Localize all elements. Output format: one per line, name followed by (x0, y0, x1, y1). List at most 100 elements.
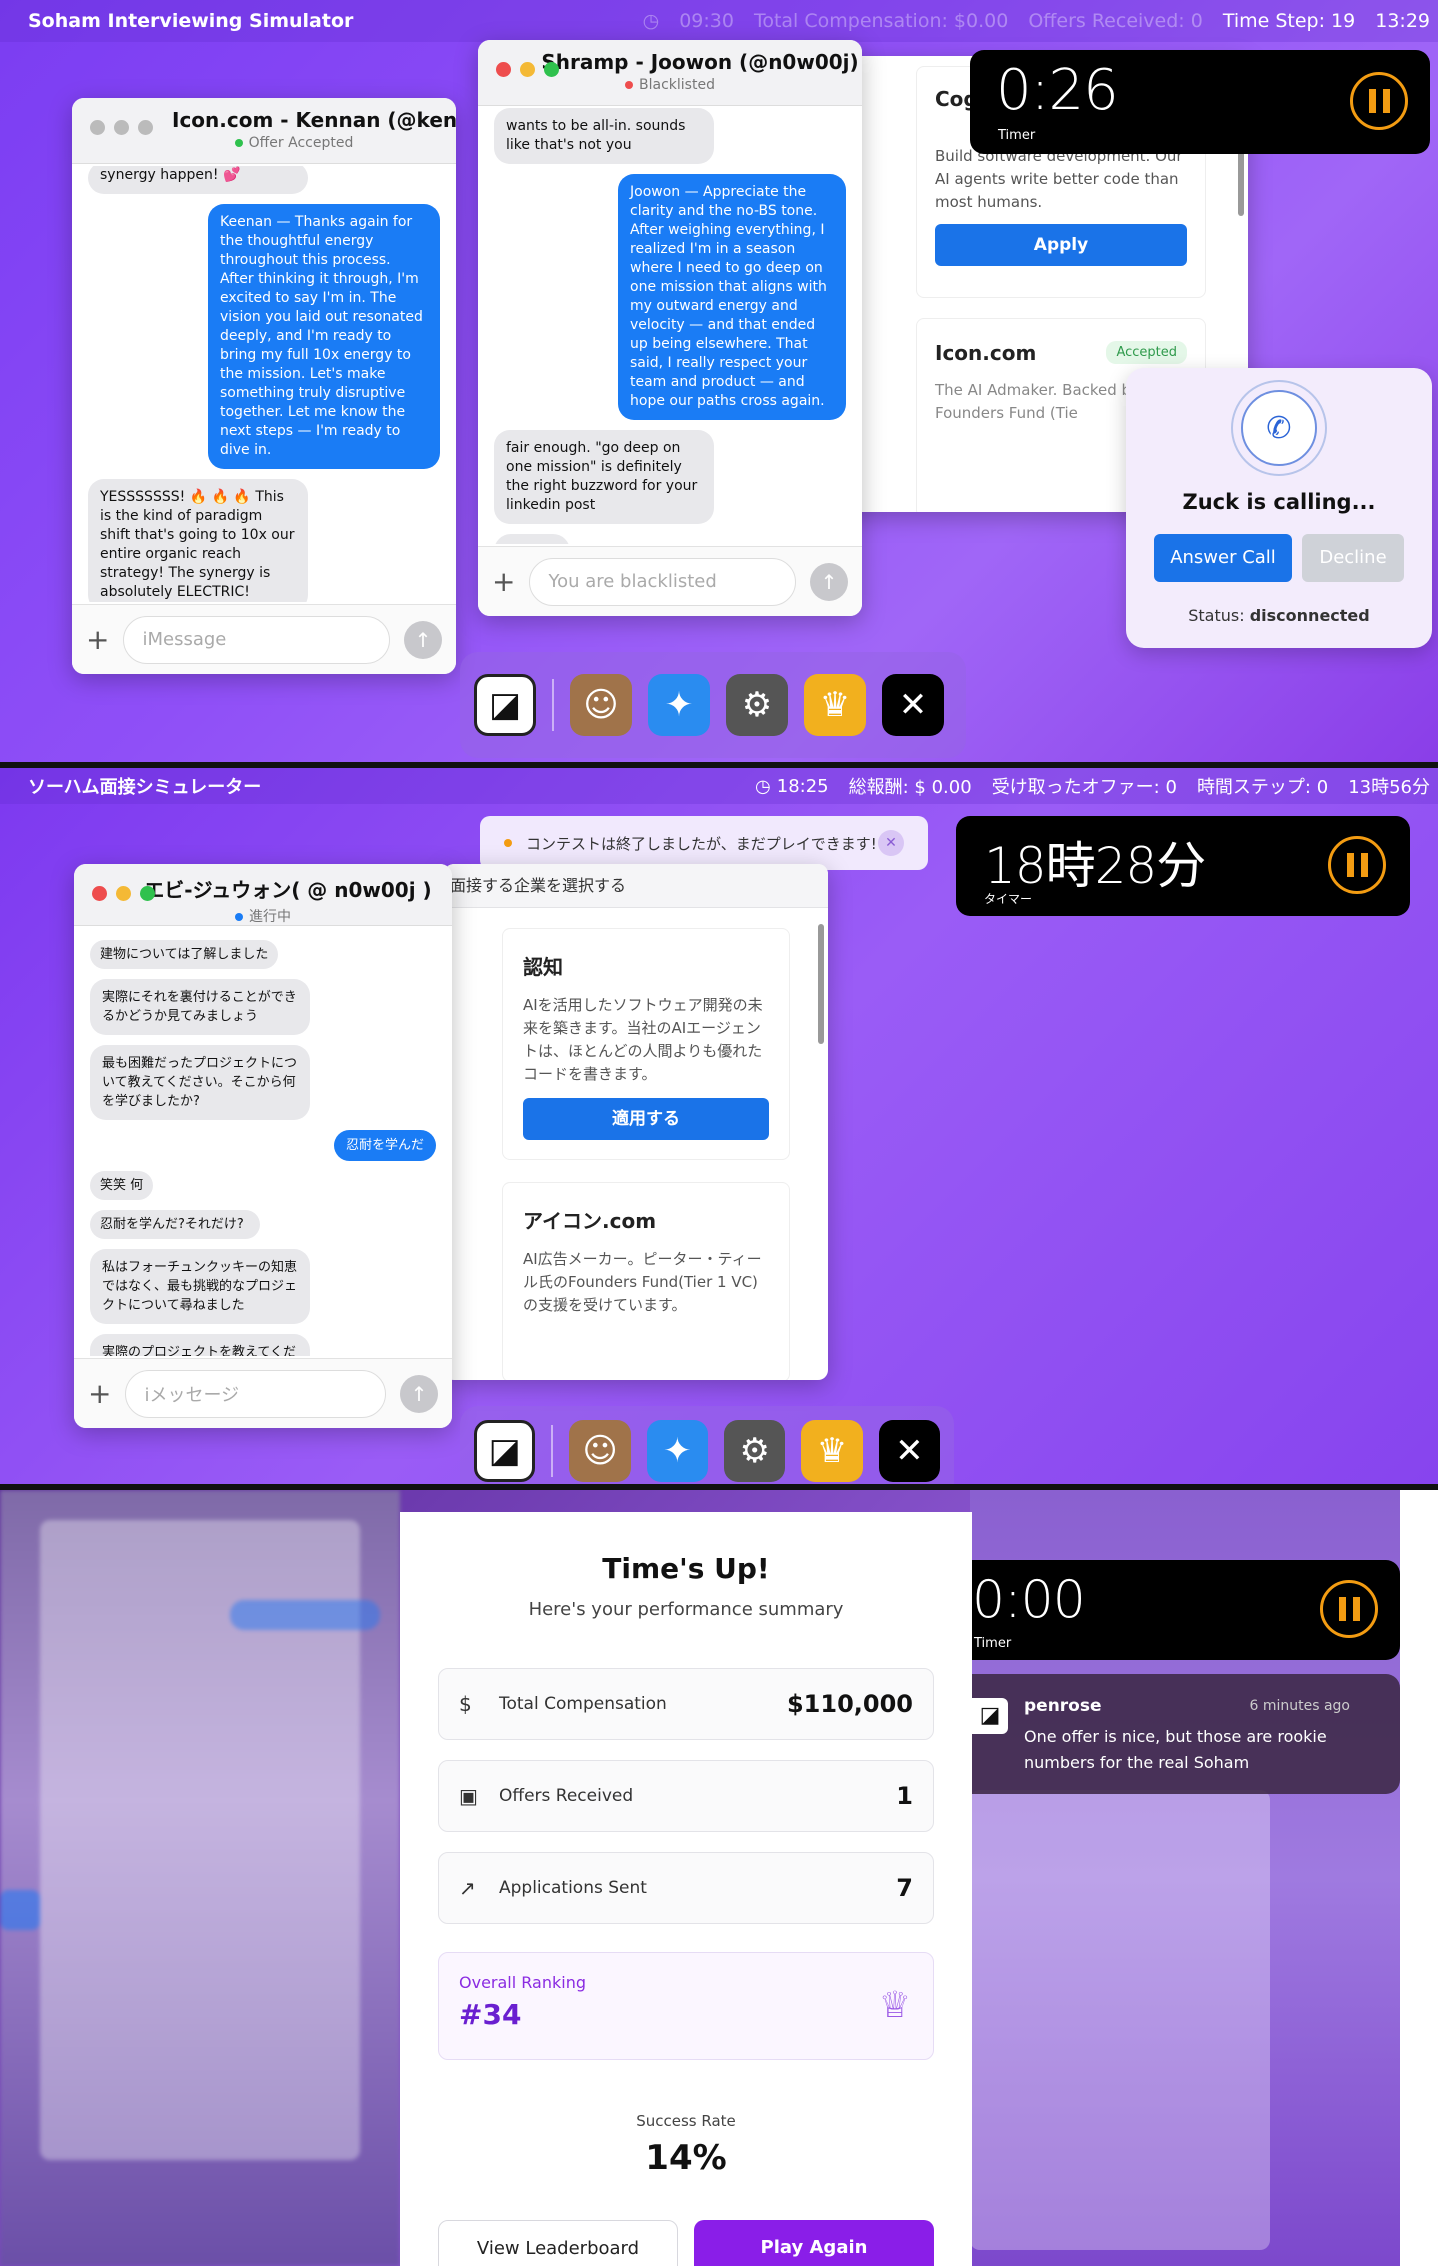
safari-icon[interactable]: ✦ (646, 1420, 709, 1482)
timer-widget: 0:00 Timer (972, 1560, 1400, 1660)
play-again-button[interactable]: Play Again (694, 2220, 934, 2266)
pause-button[interactable] (1320, 1580, 1378, 1638)
menu-clock: 09:30 (679, 10, 734, 32)
x-icon[interactable]: ✕ (878, 1420, 941, 1482)
stat-label: Applications Sent (499, 1878, 647, 1898)
app-logo-icon[interactable]: ◪ (474, 674, 536, 736)
stat-offers-received: ▣ Offers Received 1 (438, 1760, 934, 1832)
apply-button[interactable]: Apply (935, 224, 1187, 266)
stat-value: 7 (896, 1874, 913, 1902)
send-icon[interactable]: ↑ (400, 1374, 438, 1413)
message-list[interactable]: synergy happen! 💕 Keenan — Thanks again … (72, 166, 456, 602)
menu-time: 13時56分 (1348, 777, 1430, 798)
plus-icon[interactable]: + (492, 565, 515, 598)
company-list-window: 面接する企業を選択する 認知 AIを活用したソフトウェア開発の未来を築きます。当… (444, 864, 828, 1380)
chat-titlebar[interactable]: エビ-ジュウォン( @ n0w00j ) 進行中 (74, 864, 452, 926)
message-in: wants to be all-in. sounds like that's n… (494, 108, 714, 164)
status-dot (235, 913, 243, 921)
trophy-icon[interactable]: ♛ (801, 1420, 863, 1482)
stat-label: Offers Received (499, 1786, 634, 1806)
menu-bar: Soham Interviewing Simulator ◷ 09:30 Tot… (0, 0, 1438, 42)
plus-icon[interactable]: + (86, 623, 109, 656)
summary-modal: Time's Up! Here's your performance summa… (400, 1512, 972, 2266)
safari-icon[interactable]: ✦ (648, 674, 710, 736)
chat-titlebar[interactable]: Shramp - Joowon (@n0w00j) Blacklisted (478, 40, 862, 106)
contacts-icon[interactable]: ☺ (570, 674, 632, 736)
plus-icon[interactable]: + (88, 1377, 111, 1410)
menu-clock: 18:25 (776, 775, 829, 797)
send-icon[interactable]: ↑ (810, 562, 848, 601)
message-in: 笑笑 何 (90, 1171, 154, 1200)
screen-japanese: ソーハム面接シミュレーター ◷ 18:25 総報酬: $ 0.00 受け取ったオ… (0, 768, 1438, 1484)
notification[interactable]: ◪ penrose 6 minutes ago One offer is nic… (972, 1674, 1400, 1794)
decline-button[interactable]: Decline (1302, 534, 1404, 582)
answer-call-button[interactable]: Answer Call (1154, 534, 1292, 582)
company-title: アイコン.com (523, 1209, 657, 1233)
zoom-button[interactable] (544, 62, 559, 77)
timer-widget: 0:26 Timer (970, 50, 1430, 154)
message-list[interactable]: wants to be all-in. sounds like that's n… (478, 108, 862, 544)
pause-button[interactable] (1350, 72, 1408, 130)
screen-english: Soham Interviewing Simulator ◷ 09:30 Tot… (0, 0, 1438, 762)
view-leaderboard-button[interactable]: View Leaderboard (438, 2220, 678, 2266)
message-list[interactable]: 建物については了解しました 実際にそれを裏付けることができるかどうか見てみましょ… (74, 940, 452, 1356)
message-input[interactable]: You are blacklisted (529, 557, 796, 606)
trophy-icon: ♕ (878, 1985, 911, 2026)
banner-dot-icon (504, 839, 512, 847)
chat-status: Offer Accepted (72, 135, 456, 151)
status-badge: Accepted (1106, 341, 1187, 364)
send-icon[interactable]: ↑ (404, 620, 442, 659)
close-button[interactable] (92, 886, 107, 901)
app-logo-icon: ◪ (972, 1698, 1008, 1734)
stat-label: Total Compensation (499, 1694, 667, 1714)
chat-titlebar[interactable]: Icon.com - Kennan (@kennanday Offer Acce… (72, 98, 456, 164)
minimize-button[interactable] (114, 120, 129, 135)
summary-title: Time's Up! (602, 1552, 770, 1585)
zoom-button[interactable] (138, 120, 153, 135)
clock-icon: ◷ (755, 775, 771, 797)
timer-label: タイマー (984, 892, 1033, 906)
menu-offers: 受け取ったオファー: 0 (991, 777, 1177, 798)
timer-value: 0:00 (972, 1570, 1086, 1630)
menu-compensation: 総報酬: $ 0.00 (848, 777, 972, 798)
call-status: Status: disconnected (1188, 606, 1370, 625)
ranking-box: Overall Ranking #34 ♕ (438, 1952, 934, 2060)
company-card-cognition[interactable]: 認知 AIを活用したソフトウェア開発の未来を築きます。当社のAIエージェントは、… (502, 928, 790, 1160)
company-desc: Build software development. Our AI agent… (935, 147, 1183, 211)
timer-value: 18時28分 (984, 837, 1206, 895)
app-logo-icon[interactable]: ◪ (474, 1420, 536, 1482)
timer-widget: 18時28分 タイマー (956, 816, 1410, 916)
app-name[interactable]: ソーハム面接シミュレーター (28, 773, 261, 799)
zoom-button[interactable] (140, 886, 155, 901)
trophy-icon[interactable]: ♛ (804, 674, 866, 736)
message-input[interactable]: iメッセージ (125, 1369, 386, 1418)
message-in: fair enough. "go deep on one mission" is… (494, 430, 714, 524)
close-button[interactable] (90, 120, 105, 135)
composer: + You are blacklisted ↑ (478, 546, 862, 616)
stat-value: 1 (896, 1782, 913, 1810)
close-icon[interactable]: ✕ (878, 830, 904, 856)
apply-button[interactable]: 適用する (523, 1098, 769, 1140)
notification-text: One offer is nice, but those are rookie … (1024, 1727, 1327, 1772)
settings-icon[interactable]: ⚙ (726, 674, 788, 736)
settings-icon[interactable]: ⚙ (724, 1420, 786, 1482)
app-name[interactable]: Soham Interviewing Simulator (28, 10, 353, 32)
message-input[interactable]: iMessage (123, 615, 390, 664)
pause-button[interactable] (1328, 836, 1386, 894)
message-in: YESSSSSSS! 🔥 🔥 🔥 This is the kind of par… (88, 479, 308, 602)
dock-separator (552, 679, 554, 731)
briefcase-icon: ▣ (459, 1784, 478, 1808)
clock-icon: ◷ (642, 10, 660, 32)
message-in: 最も困難だったプロジェクトについて教えてください。そこから何を学びましたか? (90, 1045, 310, 1120)
status-dot (625, 81, 634, 89)
close-button[interactable] (496, 62, 511, 77)
scrollbar[interactable] (818, 924, 824, 1044)
success-rate-value: 14% (645, 2138, 727, 2178)
x-icon[interactable]: ✕ (882, 674, 944, 736)
minimize-button[interactable] (116, 886, 131, 901)
minimize-button[interactable] (520, 62, 535, 77)
company-card-icon[interactable]: アイコン.com AI広告メーカー。ピーター・ティール氏のFounders Fu… (502, 1182, 790, 1380)
dollar-icon: $ (459, 1692, 472, 1716)
stat-total-compensation: $ Total Compensation $110,000 (438, 1668, 934, 1740)
contacts-icon[interactable]: ☺ (569, 1420, 631, 1482)
